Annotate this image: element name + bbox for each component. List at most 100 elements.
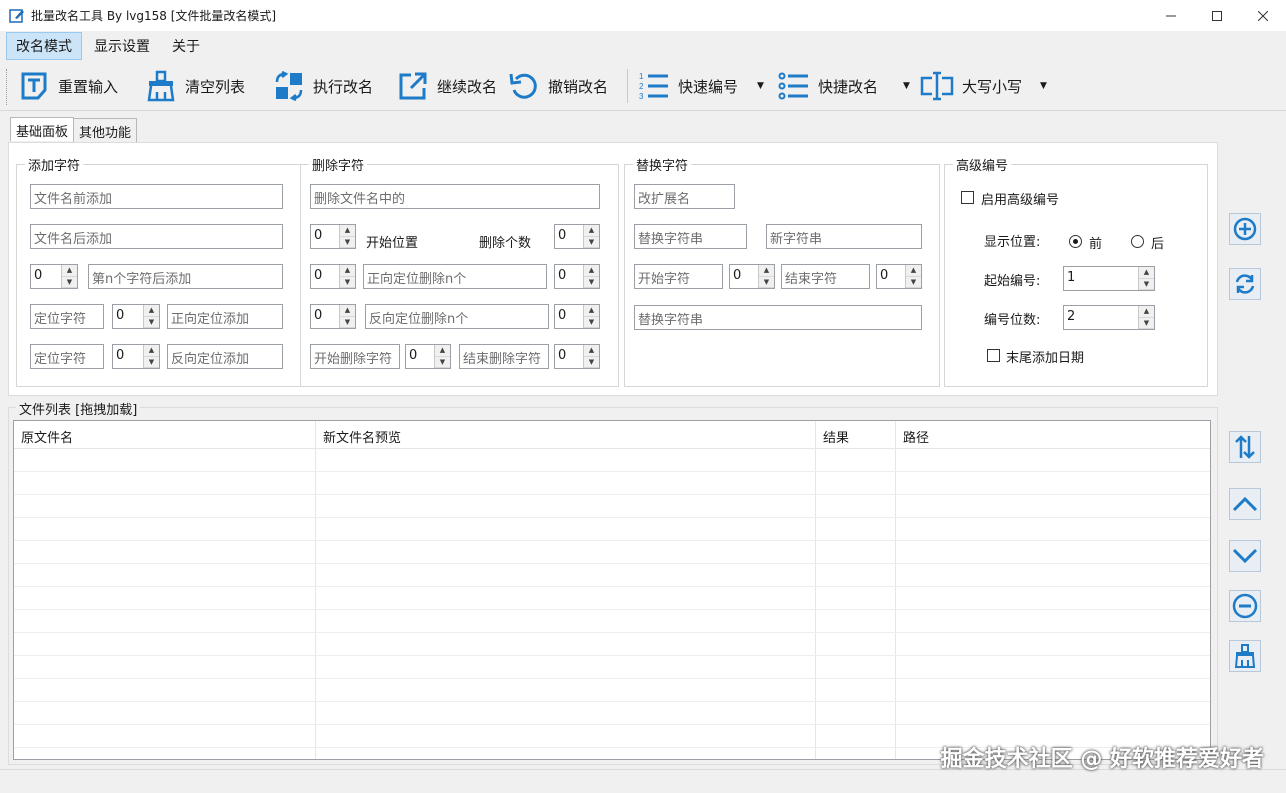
minimize-icon[interactable] xyxy=(1148,0,1194,31)
replace-end-char-input[interactable]: 结束字符 xyxy=(781,264,870,289)
remove-button[interactable] xyxy=(1229,590,1261,622)
quick-number-button[interactable]: 1 2 3 快速编号 xyxy=(638,67,738,105)
replace-string-input[interactable]: 替换字符串 xyxy=(634,224,747,249)
spin-up-icon[interactable]: ▲ xyxy=(584,305,599,317)
position-before-radio[interactable] xyxy=(1069,235,1082,248)
nth-add-input[interactable]: 第n个字符后添加 xyxy=(88,264,283,289)
spin-down-icon[interactable]: ▼ xyxy=(62,276,77,288)
column-path[interactable]: 路径 xyxy=(896,421,1210,448)
spin-down-icon[interactable]: ▼ xyxy=(144,356,159,368)
menu-about[interactable]: 关于 xyxy=(162,32,210,60)
tab-other-functions[interactable]: 其他功能 xyxy=(73,118,138,142)
clean-button[interactable] xyxy=(1229,640,1261,672)
reverse-delete-stepper[interactable]: 0 ▲ ▼ xyxy=(310,304,356,329)
enable-advanced-checkbox[interactable] xyxy=(961,191,974,204)
number-digits-value: 2 xyxy=(1067,309,1076,324)
menu-rename-mode[interactable]: 改名模式 xyxy=(6,32,82,60)
spin-up-icon[interactable]: ▲ xyxy=(435,345,450,357)
close-icon[interactable] xyxy=(1240,0,1286,31)
locate-stepper-2[interactable]: 0 ▲ ▼ xyxy=(112,344,160,369)
column-result[interactable]: 结果 xyxy=(816,421,896,448)
tab-basic-panel[interactable]: 基础面板 xyxy=(10,117,75,141)
reverse-delete-count-stepper[interactable]: 0 ▲ ▼ xyxy=(554,304,600,329)
forward-delete-input[interactable]: 正向定位删除n个 xyxy=(363,264,547,289)
spin-up-icon[interactable]: ▲ xyxy=(584,265,599,277)
position-after-radio[interactable] xyxy=(1131,235,1144,248)
menu-display-settings[interactable]: 显示设置 xyxy=(84,32,160,60)
spin-down-icon[interactable]: ▼ xyxy=(435,356,450,368)
end-delete-char-input[interactable]: 结束删除字符 xyxy=(459,344,549,369)
quick-rename-dropdown-icon[interactable]: ▼ xyxy=(903,81,910,91)
replace-start-stepper[interactable]: 0 ▲ ▼ xyxy=(729,264,775,289)
spin-up-icon[interactable]: ▲ xyxy=(62,265,77,277)
spin-up-icon[interactable]: ▲ xyxy=(584,225,599,237)
start-number-stepper[interactable]: 1 ▲ ▼ xyxy=(1063,266,1155,291)
number-digits-stepper[interactable]: 2 ▲ ▼ xyxy=(1063,305,1155,330)
refresh-icon xyxy=(1235,274,1255,294)
suffix-input[interactable]: 文件名后添加 xyxy=(30,224,283,249)
change-extension-input[interactable]: 改扩展名 xyxy=(634,184,735,209)
replace-start-char-input[interactable]: 开始字符 xyxy=(634,264,723,289)
spin-down-icon[interactable]: ▼ xyxy=(584,236,599,248)
spin-down-icon[interactable]: ▼ xyxy=(584,316,599,328)
locate-char-input-2[interactable]: 定位字符 xyxy=(30,344,104,369)
locate-stepper-1[interactable]: 0 ▲ ▼ xyxy=(112,304,160,329)
execute-rename-button[interactable]: 执行改名 xyxy=(273,67,373,105)
spin-up-icon[interactable]: ▲ xyxy=(340,225,355,237)
forward-delete-count-stepper[interactable]: 0 ▲ ▼ xyxy=(554,264,600,289)
nth-position-stepper[interactable]: 0 ▲ ▼ xyxy=(30,264,78,289)
end-delete-stepper[interactable]: 0 ▲ ▼ xyxy=(554,344,600,369)
add-button[interactable] xyxy=(1229,213,1261,245)
spin-up-icon[interactable]: ▲ xyxy=(759,265,774,277)
replace-string-input-2[interactable]: 替换字符串 xyxy=(634,305,922,330)
reverse-delete-input[interactable]: 反向定位删除n个 xyxy=(365,304,549,329)
clear-list-button[interactable]: 清空列表 xyxy=(145,67,245,105)
quick-rename-button[interactable]: 快捷改名 xyxy=(778,67,878,105)
spin-up-icon[interactable]: ▲ xyxy=(144,345,159,357)
spin-down-icon[interactable]: ▼ xyxy=(759,276,774,288)
forward-add-input[interactable]: 正向定位添加 xyxy=(167,304,283,329)
forward-delete-stepper[interactable]: 0 ▲ ▼ xyxy=(310,264,356,289)
start-delete-char-input[interactable]: 开始删除字符 xyxy=(310,344,400,369)
append-date-checkbox[interactable] xyxy=(987,349,1000,362)
reverse-add-input[interactable]: 反向定位添加 xyxy=(167,344,283,369)
replace-end-stepper[interactable]: 0 ▲ ▼ xyxy=(876,264,922,289)
prefix-input[interactable]: 文件名前添加 xyxy=(30,184,283,209)
delete-start-stepper[interactable]: 0 ▲ ▼ xyxy=(310,224,356,249)
delete-count-stepper[interactable]: 0 ▲ ▼ xyxy=(554,224,600,249)
move-up-button[interactable] xyxy=(1229,488,1261,520)
file-list-table[interactable]: 原文件名 新文件名预览 结果 路径 xyxy=(13,420,1211,760)
column-new-name-preview[interactable]: 新文件名预览 xyxy=(316,421,816,448)
spin-down-icon[interactable]: ▼ xyxy=(906,276,921,288)
refresh-button[interactable] xyxy=(1229,268,1261,300)
delete-in-input[interactable]: 删除文件名中的 xyxy=(310,184,600,209)
new-string-input[interactable]: 新字符串 xyxy=(766,224,922,249)
spin-up-icon[interactable]: ▲ xyxy=(340,265,355,277)
spin-up-icon[interactable]: ▲ xyxy=(906,265,921,277)
move-down-button[interactable] xyxy=(1229,540,1261,572)
spin-down-icon[interactable]: ▼ xyxy=(340,236,355,248)
column-original-name[interactable]: 原文件名 xyxy=(14,421,316,448)
spin-up-icon[interactable]: ▲ xyxy=(584,345,599,357)
quick-number-dropdown-icon[interactable]: ▼ xyxy=(757,81,764,91)
spin-down-icon[interactable]: ▼ xyxy=(1139,278,1154,290)
spin-down-icon[interactable]: ▼ xyxy=(340,316,355,328)
maximize-icon[interactable] xyxy=(1194,0,1240,31)
spin-down-icon[interactable]: ▼ xyxy=(144,316,159,328)
sort-button[interactable] xyxy=(1229,431,1261,463)
spin-up-icon[interactable]: ▲ xyxy=(340,305,355,317)
delete-range-stepper[interactable]: 0 ▲ ▼ xyxy=(405,344,451,369)
case-button[interactable]: 大写小写 xyxy=(920,67,1022,105)
spin-down-icon[interactable]: ▼ xyxy=(584,356,599,368)
spin-down-icon[interactable]: ▼ xyxy=(1139,317,1154,329)
case-dropdown-icon[interactable]: ▼ xyxy=(1040,81,1047,91)
locate-char-input-1[interactable]: 定位字符 xyxy=(30,304,104,329)
spin-up-icon[interactable]: ▲ xyxy=(1139,306,1154,318)
spin-up-icon[interactable]: ▲ xyxy=(1139,267,1154,279)
reset-input-button[interactable]: 重置输入 xyxy=(18,67,118,105)
undo-rename-button[interactable]: 撤销改名 xyxy=(508,67,608,105)
spin-down-icon[interactable]: ▼ xyxy=(340,276,355,288)
spin-down-icon[interactable]: ▼ xyxy=(584,276,599,288)
continue-rename-button[interactable]: 继续改名 xyxy=(397,67,497,105)
spin-up-icon[interactable]: ▲ xyxy=(144,305,159,317)
